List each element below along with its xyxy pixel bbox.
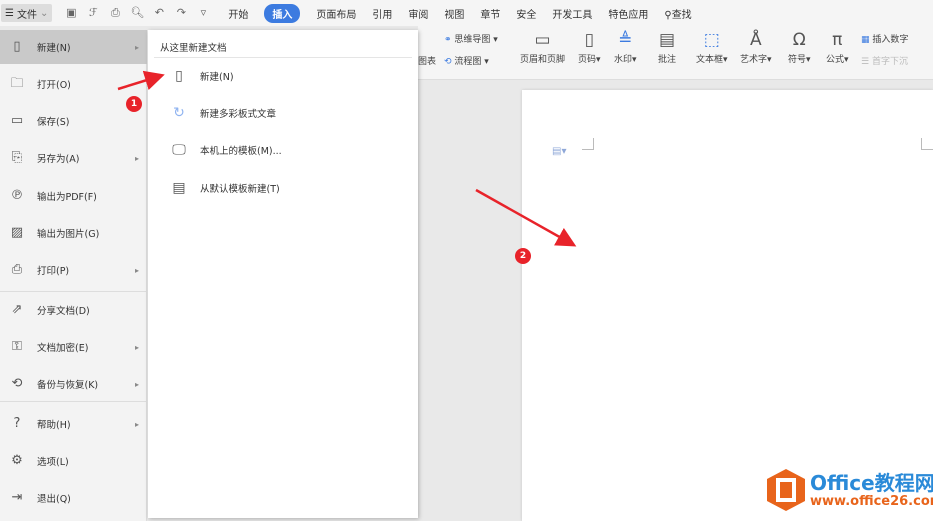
badge-2: 2 (515, 248, 531, 264)
arrow-2 (475, 188, 577, 247)
badge-1: 1 (126, 96, 142, 112)
logo-title: Office教程网 (810, 470, 933, 495)
logo-url: www.office26.com (810, 493, 933, 509)
annotation-arrows (117, 70, 577, 247)
office-logo-icon (767, 469, 805, 511)
arrow-1 (117, 70, 165, 91)
watermark-logo: Office教程网 www.office26.com (766, 468, 933, 512)
